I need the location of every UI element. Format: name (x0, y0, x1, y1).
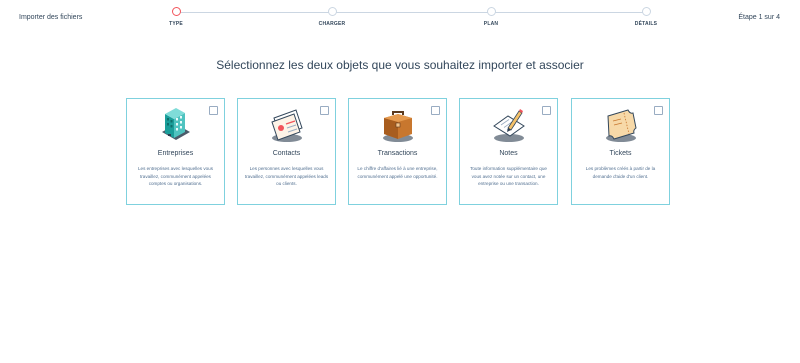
briefcase-icon (383, 111, 413, 142)
step-dot (171, 7, 181, 16)
page-title: Importer des fichiers (19, 14, 83, 21)
card-notes[interactable]: Notes Toute information supplémentaire q… (459, 98, 558, 205)
step-plan[interactable]: PLAN (461, 7, 521, 27)
card-checkbox[interactable] (209, 106, 218, 115)
ticket-icon (606, 109, 637, 142)
card-title: Notes (499, 150, 518, 157)
step-dot (486, 7, 496, 16)
card-checkbox[interactable] (542, 106, 551, 115)
card-transactions[interactable]: Transactions Le chiffre d'affaires lié à… (348, 98, 447, 205)
step-dot (327, 7, 337, 16)
card-description: Toute information supplémentaire que vou… (470, 166, 547, 186)
page-heading: Sélectionnez les deux objets que vous so… (216, 58, 584, 72)
contact-cards-icon (271, 109, 303, 142)
card-entreprises[interactable]: Entreprises Les entreprises avec lesquel… (126, 98, 225, 205)
card-description: Le chiffre d'affaires lié à une entrepri… (357, 166, 438, 179)
note-pencil-icon (493, 109, 525, 142)
card-description: Les personnes avec lesquelles vous trava… (244, 166, 329, 186)
step-dot (641, 7, 651, 16)
step-label: TYPE (169, 21, 183, 27)
card-title: Contacts (272, 150, 301, 157)
card-tickets[interactable]: Tickets Les problèmes créés à partir de … (571, 98, 670, 205)
step-label: PLAN (483, 21, 499, 27)
step-type[interactable]: TYPE (146, 7, 206, 27)
card-checkbox[interactable] (320, 106, 329, 115)
card-title: Transactions (377, 150, 418, 157)
card-description: Les problèmes créés à partir de la deman… (585, 166, 656, 179)
card-title: Entreprises (157, 150, 194, 157)
step-label: DÉTAILS (634, 21, 658, 27)
step-progress: TYPE CHARGER PLAN DÉTAILS (169, 7, 657, 33)
step-label: CHARGER (318, 21, 346, 27)
card-checkbox[interactable] (431, 106, 440, 115)
card-checkbox[interactable] (654, 106, 663, 115)
step-details[interactable]: DÉTAILS (616, 7, 676, 27)
card-contacts[interactable]: Contacts Les personnes avec lesquelles v… (237, 98, 336, 205)
card-title: Tickets (609, 150, 632, 157)
object-cards: Entreprises Les entreprises avec lesquel… (126, 98, 672, 207)
top-bar: Importer des fichiers TYPE CHARGER PLAN … (0, 0, 800, 40)
progress-line (176, 12, 646, 13)
building-icon (162, 108, 190, 140)
step-indicator: Étape 1 sur 4 (738, 14, 780, 21)
step-charger[interactable]: CHARGER (302, 7, 362, 27)
card-description: Les entreprises avec lesquelles vous tra… (137, 166, 214, 186)
